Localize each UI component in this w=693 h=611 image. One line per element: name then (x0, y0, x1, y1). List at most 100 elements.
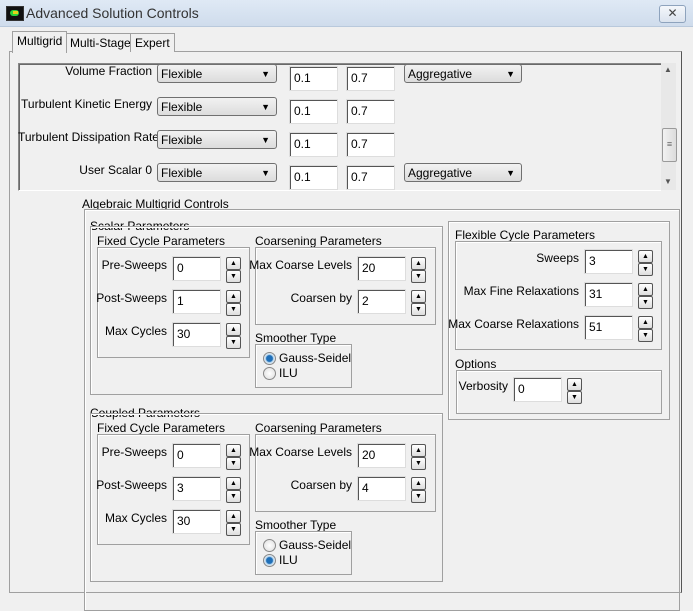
arrow-down-icon: ▼ (230, 273, 237, 280)
verbosity-input[interactable]: 0 (513, 377, 562, 402)
residual-reduction-input[interactable]: 0.7 (346, 99, 395, 124)
scrollbar-thumb[interactable]: ≡ (662, 128, 677, 162)
radio-ilu[interactable] (263, 367, 276, 380)
arrow-down-icon: ▼ (642, 299, 649, 306)
chevron-down-icon: ▼ (261, 135, 270, 145)
scroll-down-icon[interactable]: ▼ (664, 177, 672, 186)
coarsening-method-dropdown[interactable]: Aggregative ▼ (404, 64, 522, 83)
spin-up-button[interactable]: ▲ (638, 250, 653, 263)
spin-down-button[interactable]: ▼ (567, 391, 582, 404)
arrow-down-icon: ▼ (230, 306, 237, 313)
termination-input[interactable]: 0.1 (289, 99, 338, 124)
chevron-down-icon: ▼ (506, 69, 515, 79)
arrow-up-icon: ▲ (571, 381, 578, 388)
spin-up-button[interactable]: ▲ (226, 510, 241, 523)
termination-input[interactable]: 0.1 (289, 132, 338, 157)
spin-down-button[interactable]: ▼ (226, 336, 241, 349)
arrow-up-icon: ▲ (230, 513, 237, 520)
scroll-up-icon[interactable]: ▲ (664, 65, 672, 74)
fixed-cycle-label: Pre-Sweeps (101, 445, 167, 459)
arrow-down-icon: ▼ (571, 394, 578, 401)
spin-down-button[interactable]: ▼ (411, 270, 426, 283)
chevron-down-icon: ▼ (261, 102, 270, 112)
radio-label: ILU (279, 553, 298, 567)
flexible-cycle-input[interactable]: 31 (584, 282, 633, 307)
radio-ilu[interactable] (263, 554, 276, 567)
coarsening-label: Coarsen by (290, 291, 352, 305)
fixed-cycle-title: Fixed Cycle Parameters (97, 234, 226, 248)
spin-down-button[interactable]: ▼ (411, 457, 426, 470)
spin-down-button[interactable]: ▼ (638, 263, 653, 276)
fixed-cycle-title: Fixed Cycle Parameters (97, 421, 226, 435)
residual-reduction-input[interactable]: 0.7 (346, 165, 395, 190)
radio-gauss-seidel[interactable] (263, 352, 276, 365)
spin-down-button[interactable]: ▼ (638, 329, 653, 342)
spin-down-button[interactable]: ▼ (411, 490, 426, 503)
equation-label: Turbulent Kinetic Energy (21, 97, 152, 111)
dropdown-value: Flexible (161, 100, 203, 114)
dropdown-value: Flexible (161, 67, 203, 81)
spin-down-button[interactable]: ▼ (226, 523, 241, 536)
termination-input[interactable]: 0.1 (289, 165, 338, 190)
flexible-cycle-input[interactable]: 3 (584, 249, 633, 274)
spin-down-button[interactable]: ▼ (411, 303, 426, 316)
arrow-down-icon: ▼ (415, 273, 422, 280)
arrow-down-icon: ▼ (230, 493, 237, 500)
spin-up-button[interactable]: ▲ (638, 283, 653, 296)
arrow-down-icon: ▼ (642, 332, 649, 339)
cycle-type-dropdown[interactable]: Flexible ▼ (157, 64, 277, 83)
arrow-down-icon: ▼ (415, 460, 422, 467)
residual-reduction-input[interactable]: 0.7 (346, 132, 395, 157)
radio-label: ILU (279, 366, 298, 380)
tab-expert[interactable]: Expert (130, 33, 175, 52)
cycle-type-dropdown[interactable]: Flexible ▼ (157, 97, 277, 116)
spin-up-button[interactable]: ▲ (411, 444, 426, 457)
coarsening-input[interactable]: 20 (357, 443, 406, 468)
tab-multigrid[interactable]: Multigrid (12, 31, 68, 53)
termination-input[interactable]: 0.1 (289, 66, 338, 91)
arrow-down-icon: ▼ (230, 526, 237, 533)
equation-label: Turbulent Dissipation Rate (18, 130, 159, 144)
flexible-cycle-label: Sweeps (536, 251, 579, 265)
dropdown-value: Flexible (161, 133, 203, 147)
fixed-cycle-input[interactable]: 30 (172, 509, 221, 534)
coarsening-input[interactable]: 20 (357, 256, 406, 281)
arrow-up-icon: ▲ (642, 286, 649, 293)
coarsening-label: Max Coarse Levels (249, 258, 352, 272)
vertical-scrollbar[interactable]: ▲ ▼ (661, 63, 676, 190)
coarsening-label: Max Coarse Levels (249, 445, 352, 459)
tab-multi-stage[interactable]: Multi-Stage (65, 33, 136, 52)
coarsening-input[interactable]: 2 (357, 289, 406, 314)
coarsening-title: Coarsening Parameters (255, 421, 382, 435)
cycle-type-dropdown[interactable]: Flexible ▼ (157, 130, 277, 149)
title-bar: Advanced Solution Controls ✕ (0, 0, 693, 27)
smoother-type-title: Smoother Type (255, 518, 337, 532)
close-button[interactable]: ✕ (659, 5, 686, 23)
fixed-cycle-label: Max Cycles (104, 511, 167, 525)
spin-up-button[interactable]: ▲ (638, 316, 653, 329)
residual-reduction-input[interactable]: 0.7 (346, 66, 395, 91)
arrow-down-icon: ▼ (415, 493, 422, 500)
equation-label: Volume Fraction (65, 64, 152, 78)
coarsening-input[interactable]: 4 (357, 476, 406, 501)
window-title: Advanced Solution Controls (26, 5, 199, 21)
coarsening-label: Coarsen by (290, 478, 352, 492)
arrow-up-icon: ▲ (415, 447, 422, 454)
arrow-down-icon: ▼ (230, 339, 237, 346)
dropdown-value: Aggregative (408, 166, 473, 180)
fixed-cycle-label: Post-Sweeps (96, 478, 167, 492)
radio-label: Gauss-Seidel (279, 538, 352, 552)
spin-down-button[interactable]: ▼ (638, 296, 653, 309)
radio-gauss-seidel[interactable] (263, 539, 276, 552)
spin-up-button[interactable]: ▲ (567, 378, 582, 391)
cycle-type-dropdown[interactable]: Flexible ▼ (157, 163, 277, 182)
spin-up-button[interactable]: ▲ (411, 477, 426, 490)
spin-up-button[interactable]: ▲ (226, 323, 241, 336)
coarsening-method-dropdown[interactable]: Aggregative ▼ (404, 163, 522, 182)
fixed-cycle-input[interactable]: 30 (172, 322, 221, 347)
flexible-cycle-input[interactable]: 51 (584, 315, 633, 340)
arrow-down-icon: ▼ (230, 460, 237, 467)
arrow-down-icon: ▼ (415, 306, 422, 313)
arrow-down-icon: ▼ (642, 266, 649, 273)
chevron-down-icon: ▼ (261, 168, 270, 178)
